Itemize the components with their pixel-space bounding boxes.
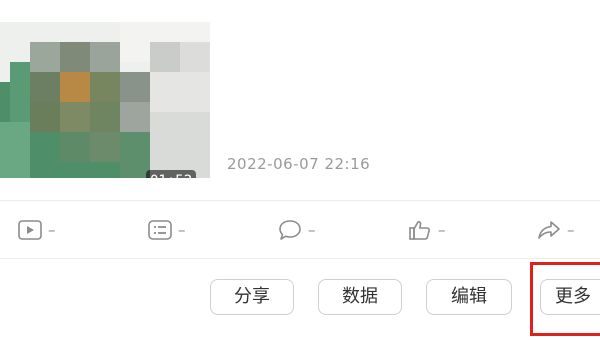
share-count: – [537,218,575,242]
share-button[interactable]: 分享 [210,279,294,315]
divider [0,258,600,259]
thumbs-up-icon [408,219,432,241]
comment-count: – [278,218,316,242]
speech-bubble-icon [278,219,302,241]
action-bar: 分享 数据 编辑 更多 [0,276,600,320]
divider [0,200,600,201]
data-button[interactable]: 数据 [318,279,402,315]
publish-date: 2022-06-07 22:16 [227,155,371,173]
play-icon [18,219,42,241]
play-count-value: – [48,221,56,239]
stats-row: – – – – – [0,210,600,250]
video-thumbnail[interactable]: 01:52 [0,22,210,178]
comment-list-icon [148,219,172,241]
share-arrow-icon [537,219,561,241]
highlight-box [530,262,600,336]
edit-button[interactable]: 编辑 [426,279,512,315]
play-count: – [18,218,56,242]
pixelated-image [0,22,210,178]
video-duration: 01:52 [146,170,197,178]
comment-list-value: – [178,221,186,239]
share-count-value: – [567,221,575,239]
comment-count-value: – [308,221,316,239]
like-count-value: – [438,221,446,239]
like-count: – [408,218,446,242]
comment-list-count: – [148,218,186,242]
